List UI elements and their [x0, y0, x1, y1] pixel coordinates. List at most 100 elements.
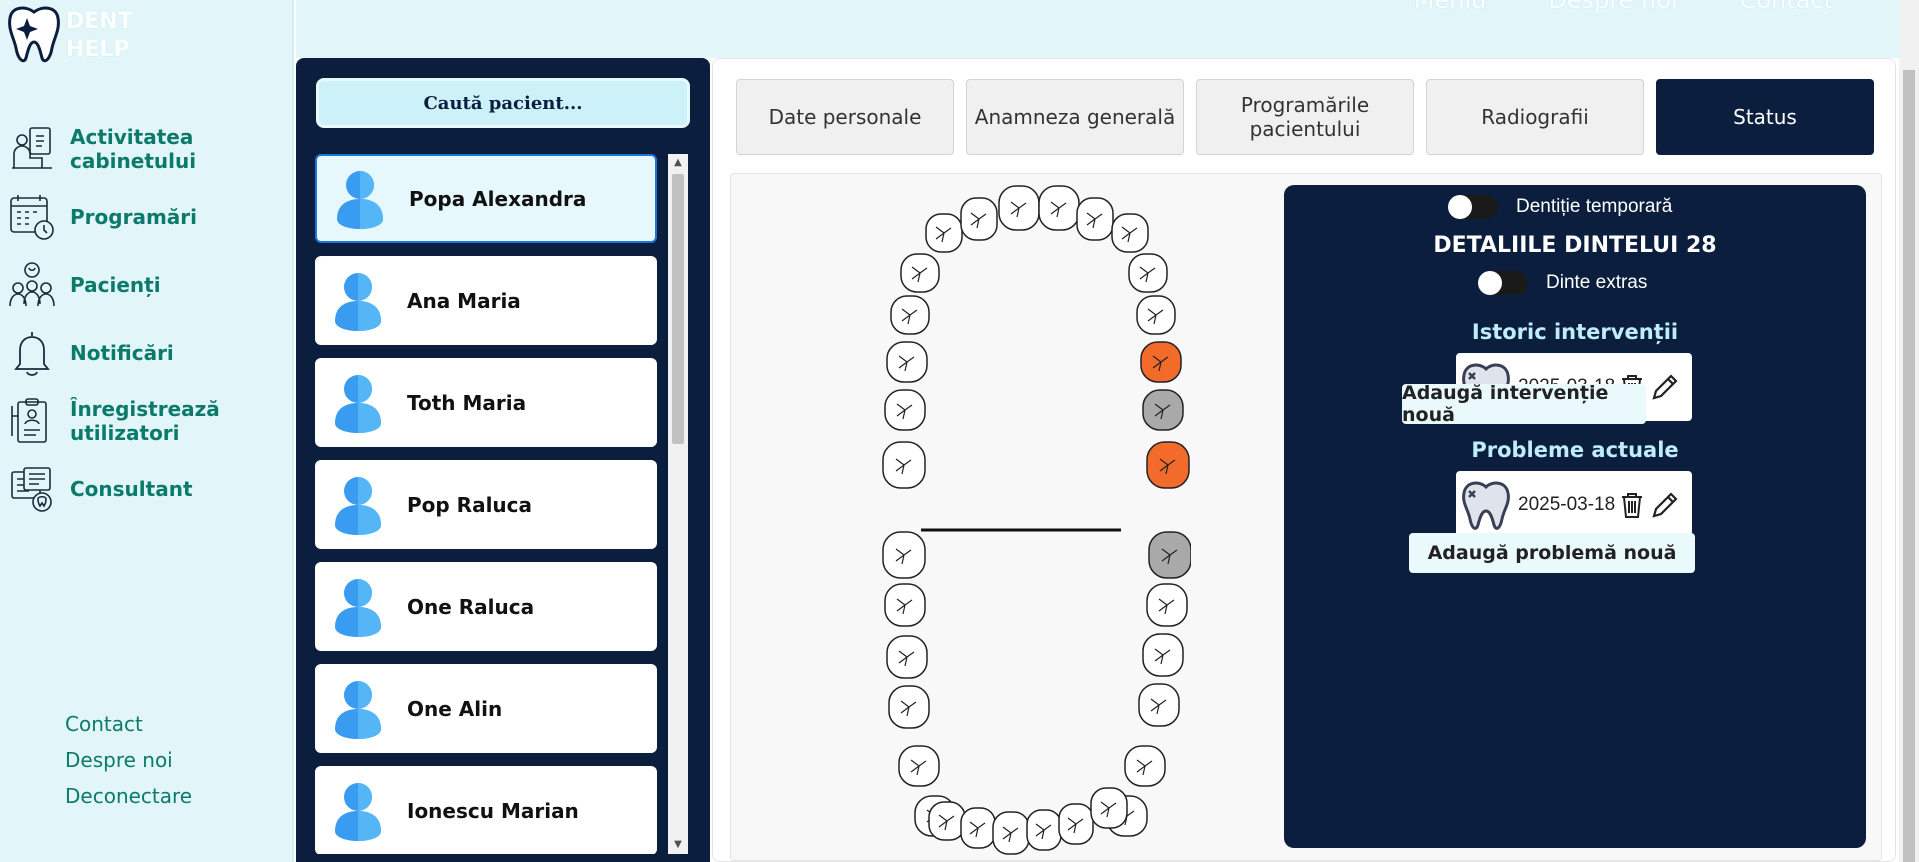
page-scrollbar[interactable] [1899, 0, 1919, 862]
dental-chart [882, 185, 1191, 855]
tooth[interactable] [1138, 683, 1180, 727]
sidebar-item-notificari[interactable]: Notificări [8, 328, 288, 378]
tooth[interactable] [898, 745, 940, 787]
patient-cards: Popa Alexandra Ana Maria Toth Maria Pop Ral… [315, 154, 657, 854]
tooth[interactable] [960, 197, 998, 241]
footer-link-deconectare[interactable]: Deconectare [65, 778, 192, 814]
tooth[interactable] [1142, 633, 1184, 677]
add-problem-button[interactable]: Adaugă problemă nouă [1409, 533, 1695, 573]
sidebar-item-label: Pacienți [70, 273, 161, 297]
avatar-icon [335, 578, 381, 637]
tooth[interactable] [1148, 531, 1191, 579]
trash-icon[interactable] [1617, 489, 1647, 521]
avatar-icon [337, 170, 383, 229]
patient-tabs: Date personale Anamneza generală Program… [736, 79, 1874, 155]
add-intervention-button[interactable]: Adaugă intervenție nouă [1402, 382, 1646, 426]
patient-card[interactable]: Ionescu Marian [315, 766, 657, 854]
app-logo[interactable]: DENT HELP [6, 4, 133, 66]
tooth[interactable] [1142, 389, 1184, 431]
scroll-up-arrow[interactable]: ▲ [668, 154, 688, 172]
tooth[interactable] [886, 635, 928, 679]
avatar-icon [335, 476, 381, 535]
tooth[interactable] [900, 253, 940, 293]
top-bar: Meniu Despre noi Contact [296, 0, 1899, 58]
tooth[interactable] [1026, 809, 1062, 851]
sidebar-nav: Activitatea cabinetului Programări Pacie… [8, 124, 288, 532]
tooth[interactable] [1038, 185, 1080, 231]
temporary-dentition-toggle[interactable] [1448, 195, 1498, 219]
tab-anamneza[interactable]: Anamneza generală [966, 79, 1184, 155]
avatar-icon [335, 272, 381, 331]
patients-icon [9, 262, 55, 307]
tooth[interactable] [960, 807, 996, 849]
sidebar-item-pacienti[interactable]: Pacienți [8, 260, 288, 310]
scroll-down-arrow[interactable]: ▼ [668, 836, 688, 854]
register-users-icon [11, 398, 47, 443]
logo-line1: DENT [66, 9, 133, 34]
tooth[interactable] [1058, 803, 1094, 845]
tooth[interactable] [1090, 787, 1128, 829]
tab-radiografii[interactable]: Radiografii [1426, 79, 1644, 155]
tooth[interactable] [882, 441, 926, 489]
tooth[interactable] [1146, 441, 1190, 489]
sidebar-item-consultant[interactable]: Consultant [8, 464, 288, 514]
tooth[interactable] [1111, 213, 1149, 253]
tooth[interactable] [1136, 295, 1176, 335]
patient-card[interactable]: Toth Maria [315, 358, 657, 447]
tooth[interactable] [998, 185, 1040, 231]
patient-card[interactable]: One Alin [315, 664, 657, 753]
sidebar-item-label: Înregistrează utilizatori [70, 397, 220, 445]
tooth-logo-icon [8, 6, 60, 63]
sidebar-item-activitate[interactable]: Activitatea cabinetului [8, 124, 288, 174]
patient-name: Popa Alexandra [409, 186, 587, 211]
tooth-icon [1462, 481, 1510, 530]
tab-programari[interactable]: Programările pacientului [1196, 79, 1414, 155]
tooth[interactable] [886, 341, 928, 383]
sidebar-item-label: Activitatea cabinetului [70, 125, 197, 173]
tooth[interactable] [884, 389, 926, 431]
sidebar-item-inregistreaza[interactable]: Înregistrează utilizatori [8, 396, 288, 446]
scroll-thumb[interactable] [672, 174, 684, 444]
tooth[interactable] [1140, 341, 1182, 383]
footer-link-despre-noi[interactable]: Despre noi [65, 742, 192, 778]
tooth[interactable] [888, 685, 930, 729]
edit-pencil-icon[interactable] [1649, 371, 1679, 403]
problems-title: Probleme actuale [1471, 438, 1679, 462]
page-scroll-thumb[interactable] [1903, 70, 1915, 862]
patient-card[interactable]: Popa Alexandra [315, 154, 657, 243]
avatar-icon [335, 374, 381, 433]
patient-list-scrollbar[interactable]: ▲ ▼ [668, 154, 688, 854]
patient-name: One Alin [407, 696, 503, 721]
tooth-details-panel: Dentiție temporară DETALIILE DINTELUI 28… [1284, 185, 1866, 848]
search-patient-button[interactable]: Caută pacient... [316, 78, 690, 128]
topnav-contact[interactable]: Contact [1740, 0, 1833, 14]
tooth[interactable] [928, 801, 966, 841]
topnav-despre-noi[interactable]: Despre noi [1548, 0, 1677, 14]
tab-date-personale[interactable]: Date personale [736, 79, 954, 155]
tooth[interactable] [1146, 583, 1188, 627]
tooth[interactable] [992, 811, 1030, 855]
sidebar-item-programari[interactable]: Programări [8, 192, 288, 242]
bell-icon [14, 332, 50, 376]
tooth[interactable] [1124, 745, 1166, 787]
problem-entry-date: 2025-03-18 [1518, 494, 1616, 515]
tooth[interactable] [1076, 197, 1114, 241]
tooth[interactable] [882, 531, 926, 579]
sidebar-item-label: Consultant [70, 477, 193, 501]
patient-card[interactable]: Ana Maria [315, 256, 657, 345]
avatar-icon [335, 782, 381, 841]
topnav-meniu[interactable]: Meniu [1414, 0, 1487, 14]
sidebar-item-label: Notificări [70, 341, 174, 365]
calendar-icon [10, 195, 54, 240]
edit-pencil-icon[interactable] [1649, 489, 1679, 521]
tooth[interactable] [925, 213, 963, 253]
patient-card[interactable]: Pop Raluca [315, 460, 657, 549]
tooth[interactable] [884, 583, 926, 627]
patient-card[interactable]: One Raluca [315, 562, 657, 651]
tooth[interactable] [890, 295, 930, 335]
tooth[interactable] [1128, 253, 1168, 293]
tab-status[interactable]: Status [1656, 79, 1874, 155]
extracted-tooth-toggle[interactable] [1478, 271, 1528, 295]
tooth-details-title: DETALIILE DINTELUI 28 [1433, 233, 1717, 258]
footer-link-contact[interactable]: Contact [65, 706, 192, 742]
